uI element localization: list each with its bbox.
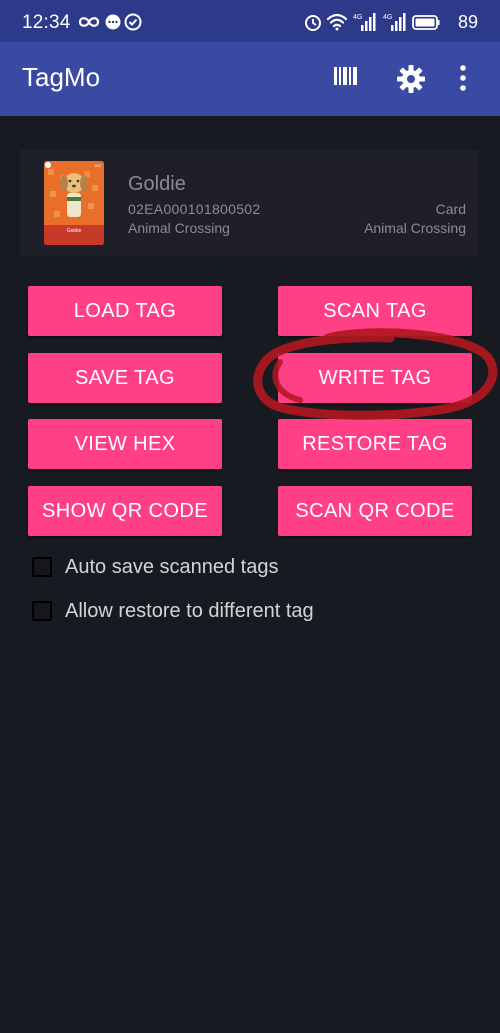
write-tag-button[interactable]: WRITE TAG (278, 353, 472, 403)
amiibo-card-number: 017 (95, 163, 102, 168)
amiibo-name: Goldie (128, 173, 186, 195)
allow-restore-option[interactable]: Allow restore to different tag (32, 598, 314, 624)
amiibo-type: Card (435, 201, 466, 217)
battery-level: 89 (457, 11, 478, 32)
barcode-icon[interactable] (333, 64, 359, 93)
chat-bubble-icon (105, 14, 121, 30)
auto-save-label: Auto save scanned tags (65, 555, 279, 578)
scan-qr-code-button[interactable]: SCAN QR CODE (278, 486, 472, 536)
amiibo-id: 02EA000101800502 (128, 201, 261, 217)
alarm-icon (304, 15, 321, 32)
status-right-icons: 4G 4G 89 (303, 11, 478, 33)
wifi-icon (326, 14, 348, 31)
infinity-icon (78, 17, 100, 27)
status-left-icons (77, 11, 147, 38)
network-type-1: 4G (353, 14, 362, 21)
amiibo-card-name: Goldie (67, 228, 82, 234)
allow-restore-checkbox[interactable] (32, 601, 52, 621)
auto-save-checkbox[interactable] (32, 557, 52, 577)
app-bar: TagMo (0, 42, 500, 116)
more-vert-icon[interactable] (458, 64, 468, 97)
show-qr-code-button[interactable]: SHOW QR CODE (28, 486, 222, 536)
scan-tag-button[interactable]: SCAN TAG (278, 286, 472, 336)
allow-restore-label: Allow restore to different tag (65, 599, 314, 622)
auto-save-option[interactable]: Auto save scanned tags (32, 554, 278, 580)
battery-icon (412, 15, 440, 31)
app-title: TagMo (22, 62, 101, 92)
status-time: 12:34 (22, 12, 71, 33)
load-tag-button[interactable]: LOAD TAG (28, 286, 222, 336)
check-circle-icon (124, 13, 142, 31)
status-bar: 12:34 4G 4G 89 (0, 0, 500, 42)
signal-icon-1: 4G (353, 13, 376, 32)
save-tag-button[interactable]: SAVE TAG (28, 353, 222, 403)
signal-icon-2: 4G (383, 13, 406, 32)
settings-gear-icon[interactable] (396, 64, 426, 99)
amiibo-series: Animal Crossing (128, 220, 230, 236)
amiibo-card-image: Goldie 017 (44, 161, 104, 245)
amiibo-tag-card[interactable]: Goldie 017 Goldie 02EA000101800502 Anima… (20, 150, 478, 256)
network-type-2: 4G (383, 14, 392, 21)
restore-tag-button[interactable]: RESTORE TAG (278, 419, 472, 469)
amiibo-game: Animal Crossing (364, 220, 466, 236)
view-hex-button[interactable]: VIEW HEX (28, 419, 222, 469)
